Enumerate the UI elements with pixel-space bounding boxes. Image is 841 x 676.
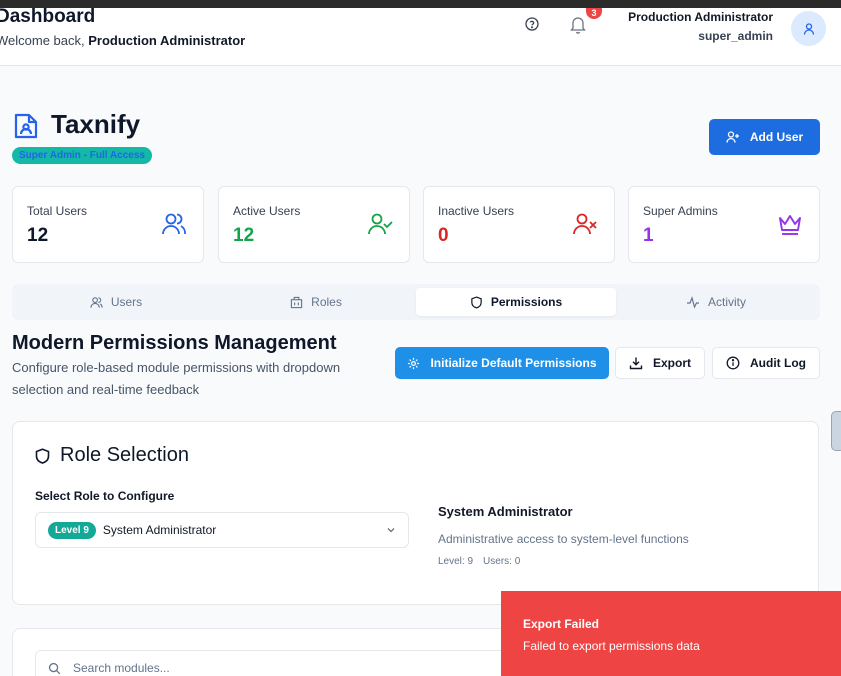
welcome-name: Production Administrator — [88, 33, 246, 48]
stat-value: 12 — [233, 225, 255, 246]
selected-role: System Administrator — [102, 523, 217, 537]
window-top-strip — [0, 0, 841, 8]
role-level: Level: 9 — [438, 556, 474, 567]
building-icon — [290, 296, 303, 308]
toast-message: Failed to export permissions data — [523, 639, 700, 653]
user-name: Production Administrator — [628, 10, 773, 24]
add-user-button[interactable]: Add User — [709, 119, 820, 155]
section-title: Modern Permissions Management — [12, 332, 337, 354]
tab-label: Permissions — [490, 295, 563, 309]
stat-card-active-users: Active Users 12 — [218, 186, 410, 263]
tab-roles[interactable]: Roles — [216, 288, 416, 316]
stat-label: Active Users — [233, 204, 301, 218]
search-box — [35, 650, 515, 676]
stat-card-super-admins: Super Admins 1 — [628, 186, 820, 263]
tab-bar: Users Roles Permissions Activity — [12, 284, 820, 320]
download-icon — [629, 357, 643, 370]
file-user-icon — [14, 113, 38, 139]
stat-card-total-users: Total Users 12 — [12, 186, 204, 263]
export-label: Export — [652, 356, 691, 370]
chevron-down-icon — [387, 528, 395, 533]
initialize-label: Initialize Default Permissions — [430, 356, 597, 370]
user-check-icon — [368, 213, 393, 235]
tab-activity[interactable]: Activity — [616, 288, 816, 316]
stat-value: 0 — [438, 225, 449, 246]
users-icon — [90, 296, 103, 308]
shield-icon — [35, 447, 50, 464]
info-icon — [726, 356, 740, 370]
access-badge: Super Admin - Full Access — [12, 147, 152, 164]
role-selection-heading: Role Selection — [60, 444, 189, 466]
level-badge: Level 9 — [48, 521, 96, 539]
toast-title: Export Failed — [523, 617, 600, 631]
tab-users[interactable]: Users — [16, 288, 216, 316]
tab-label: Roles — [311, 295, 342, 309]
add-user-label: Add User — [749, 130, 804, 144]
scrollbar-handle[interactable] — [831, 411, 841, 451]
role-detail-meta: Level: 9 Users: 0 — [438, 556, 530, 567]
stat-value: 12 — [27, 225, 49, 246]
audit-log-label: Audit Log — [750, 356, 806, 370]
export-button[interactable]: Export — [615, 347, 705, 379]
stat-label: Total Users — [27, 204, 88, 218]
select-role-label: Select Role to Configure — [35, 489, 175, 503]
section-description: Configure role-based module permissions … — [12, 360, 341, 397]
stat-label: Super Admins — [643, 204, 718, 218]
brand-name: Taxnify — [51, 109, 141, 139]
avatar[interactable] — [791, 11, 826, 46]
user-plus-icon — [726, 131, 739, 143]
welcome-text: Welcome back, Production Administrator — [0, 33, 245, 48]
search-input[interactable] — [73, 661, 473, 675]
role-detail-description: Administrative access to system-level fu… — [438, 532, 689, 546]
stat-card-inactive-users: Inactive Users 0 — [423, 186, 615, 263]
user-x-icon — [573, 213, 597, 235]
stat-value: 1 — [643, 225, 654, 246]
app-header: Dashboard Welcome back, Production Admin… — [0, 6, 841, 66]
shield-icon — [471, 295, 482, 309]
tab-permissions[interactable]: Permissions — [416, 288, 616, 316]
users-icon — [162, 213, 186, 235]
settings-icon — [408, 357, 420, 369]
welcome-prefix: Welcome back, — [0, 33, 89, 48]
bell-icon[interactable] — [569, 14, 587, 34]
crown-icon — [779, 215, 801, 235]
search-icon — [48, 662, 61, 674]
role-detail-name: System Administrator — [438, 504, 573, 519]
stat-label: Inactive Users — [438, 204, 515, 218]
initialize-permissions-button[interactable]: Initialize Default Permissions — [395, 347, 609, 379]
help-icon[interactable] — [524, 16, 540, 32]
user-role: super_admin — [698, 29, 773, 43]
page-title: Dashboard — [0, 6, 96, 27]
notification-badge: 3 — [586, 8, 602, 19]
error-toast[interactable]: Export Failed Failed to export permissio… — [501, 591, 841, 676]
tab-label: Users — [110, 295, 143, 309]
role-selection-title: Role Selection — [35, 444, 189, 467]
user-icon — [803, 22, 814, 35]
role-selection-card: Role Selection Select Role to Configure … — [12, 421, 819, 605]
tab-label: Activity — [707, 295, 746, 309]
role-select[interactable]: Level 9 System Administrator — [35, 512, 409, 548]
role-users: Users: 0 — [483, 556, 521, 567]
audit-log-button[interactable]: Audit Log — [712, 347, 820, 379]
activity-icon — [686, 295, 699, 309]
